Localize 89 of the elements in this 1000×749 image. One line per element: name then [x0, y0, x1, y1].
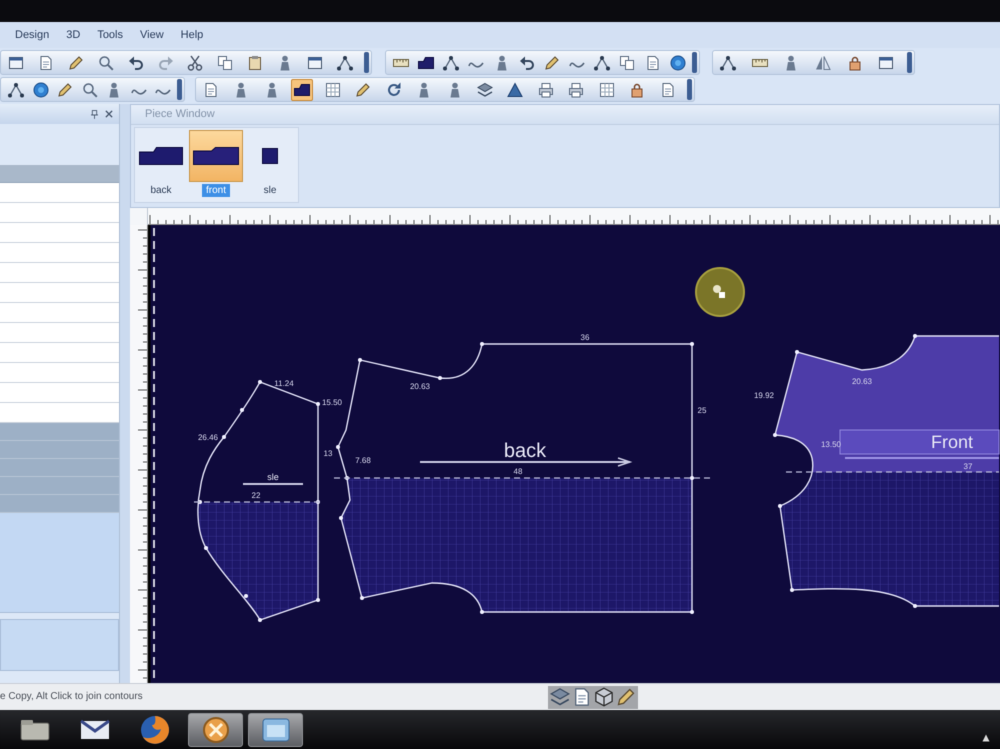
layers-icon[interactable]: [476, 82, 493, 98]
toolbar-grip[interactable]: [687, 79, 692, 100]
window-icon[interactable]: [878, 54, 894, 70]
printer-icon[interactable]: [568, 82, 584, 98]
cube-icon[interactable]: [594, 687, 614, 707]
pencil-icon[interactable]: [57, 82, 74, 98]
measurement-label: 11.24: [274, 379, 294, 388]
cross-circle-icon[interactable]: [200, 714, 230, 744]
document-icon[interactable]: [38, 54, 54, 70]
menu-item[interactable]: Tools: [97, 30, 123, 40]
window-icon[interactable]: [260, 716, 290, 742]
nodes-icon[interactable]: [594, 54, 610, 70]
scissors-icon[interactable]: [187, 54, 204, 70]
measurement-label: 19.92: [754, 391, 774, 400]
document-icon[interactable]: [644, 54, 661, 70]
measurement-label: 26.46: [198, 433, 218, 442]
menu-item[interactable]: Design: [15, 30, 50, 40]
grainline: [243, 483, 303, 485]
measurement-label: 36: [580, 333, 590, 342]
measurement-label: 13.50: [820, 440, 842, 449]
clipboard-icon[interactable]: [247, 54, 264, 70]
window-icon[interactable]: [8, 54, 24, 70]
pattern-piece-icon: [139, 147, 183, 165]
undo-icon[interactable]: [518, 54, 535, 70]
measurement-label: 20.63: [410, 382, 430, 391]
copy-icon[interactable]: [217, 54, 234, 70]
folder-icon[interactable]: [20, 718, 50, 740]
zoom-icon[interactable]: [82, 82, 98, 98]
measurement-label: 7.68: [355, 456, 371, 465]
document-icon[interactable]: [203, 82, 219, 98]
tray-arrow-icon[interactable]: [982, 734, 990, 742]
lock-icon[interactable]: [629, 82, 646, 98]
measurement-label: 15.50: [322, 398, 342, 407]
globe-icon[interactable]: [670, 54, 686, 70]
piece-thumbnail[interactable]: sle: [253, 130, 287, 197]
taskbar-button[interactable]: [248, 712, 303, 746]
pencil-icon[interactable]: [68, 54, 84, 70]
pencil-icon[interactable]: [616, 687, 636, 707]
lock-icon[interactable]: [846, 54, 863, 70]
toolbar-grip[interactable]: [176, 79, 182, 100]
toolbar-grip[interactable]: [692, 52, 697, 73]
copy-icon[interactable]: [619, 54, 636, 70]
undo-icon[interactable]: [128, 54, 144, 70]
piece-name-label: Front: [931, 432, 973, 452]
measurement-label: 48: [514, 467, 522, 476]
pin-icon[interactable]: [91, 110, 98, 118]
pattern-piece-icon[interactable]: [418, 54, 434, 70]
toolbar-grip[interactable]: [906, 52, 912, 73]
close-icon[interactable]: [105, 110, 113, 118]
taskbar-button[interactable]: [188, 712, 243, 746]
menu-item[interactable]: 3D: [66, 30, 80, 40]
menu-item[interactable]: Help: [180, 30, 204, 40]
ruler-corner: [130, 208, 148, 225]
menu-item[interactable]: View: [140, 30, 164, 40]
mail-icon[interactable]: [80, 718, 110, 740]
grid-icon[interactable]: [598, 82, 615, 98]
pencil-icon[interactable]: [355, 82, 372, 98]
measurement-label: 22: [252, 491, 260, 500]
measurement-label: 37: [964, 462, 972, 471]
printer-icon[interactable]: [538, 82, 554, 98]
globe-icon[interactable]: [32, 82, 49, 98]
mirror-icon[interactable]: [814, 54, 831, 70]
rotate-icon[interactable]: [386, 82, 402, 98]
nodes-icon[interactable]: [720, 54, 736, 70]
piece-name-label: back: [504, 440, 546, 462]
layers-icon[interactable]: [550, 687, 570, 707]
measurement-label: 13: [324, 449, 332, 458]
grid-icon[interactable]: [324, 82, 341, 98]
piece-name-label: sle: [267, 472, 279, 482]
pencil-icon[interactable]: [544, 54, 560, 70]
triangle-icon[interactable]: [507, 82, 524, 98]
document-icon[interactable]: [660, 82, 676, 98]
status-text: e Copy, Alt Click to join contours: [0, 692, 144, 702]
measurement-label: 25: [698, 406, 706, 415]
pattern-piece-icon: [193, 147, 239, 165]
piece-thumbnail[interactable]: back: [136, 130, 186, 197]
window-icon[interactable]: [307, 54, 324, 70]
panel-title: Piece Window: [145, 109, 215, 120]
pattern-piece-icon[interactable]: [291, 78, 314, 100]
cursor-highlight-icon: [695, 267, 745, 317]
document-icon[interactable]: [572, 687, 592, 707]
toolbar-grip[interactable]: [364, 52, 369, 73]
nodes-icon[interactable]: [336, 54, 353, 70]
zoom-icon[interactable]: [98, 54, 114, 70]
globe-icon[interactable]: [140, 714, 170, 744]
measurement-label: 20.63: [852, 377, 872, 386]
pattern-piece-icon: [262, 148, 278, 164]
nodes-icon[interactable]: [443, 54, 460, 70]
nodes-icon[interactable]: [8, 82, 24, 98]
